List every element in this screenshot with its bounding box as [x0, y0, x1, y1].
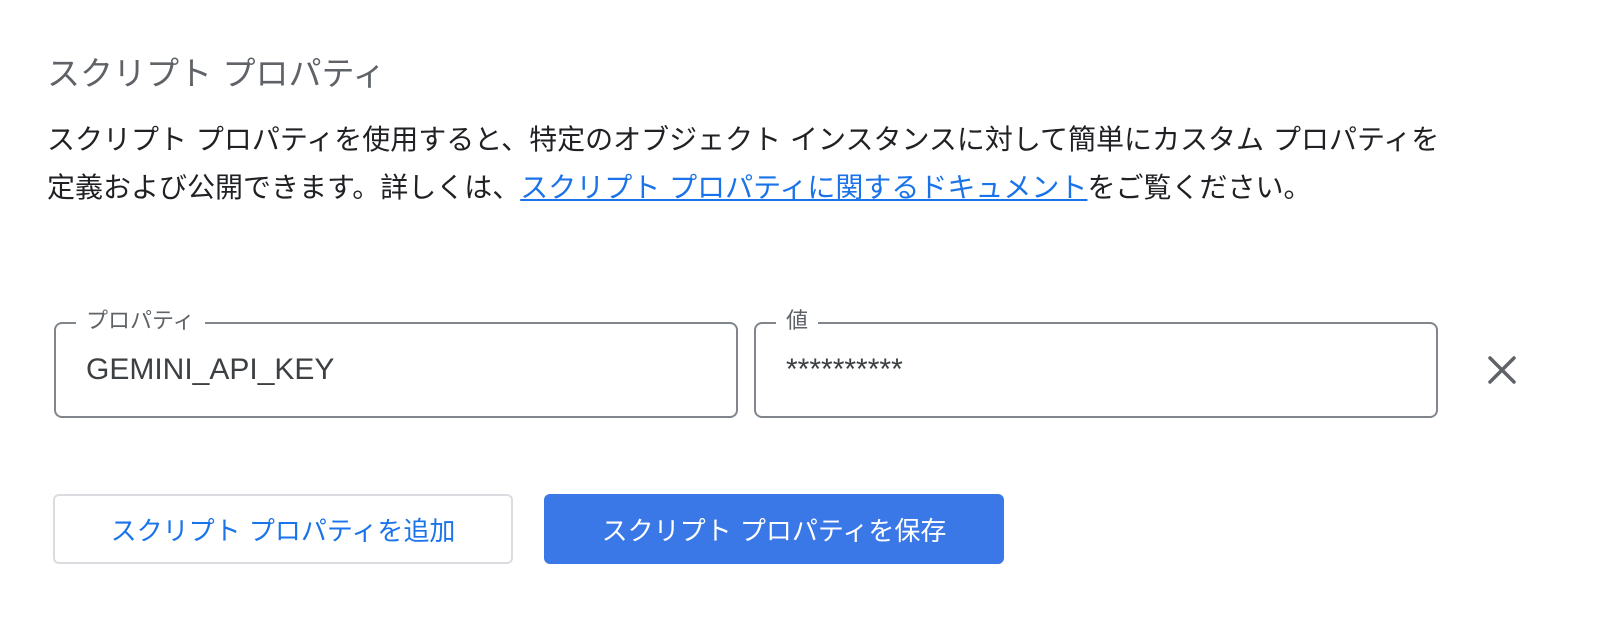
section-title: スクリプト プロパティ	[47, 54, 386, 93]
add-script-property-label: スクリプト プロパティを追加	[110, 516, 456, 547]
property-value-field[interactable]: 値	[754, 304, 1438, 418]
property-name-input[interactable]	[86, 324, 716, 416]
add-script-property-button[interactable]: スクリプト プロパティを追加	[53, 494, 513, 564]
close-icon	[1488, 356, 1516, 384]
property-value-input[interactable]	[786, 324, 1416, 416]
property-name-field[interactable]: プロパティ	[54, 304, 738, 418]
section-description: スクリプト プロパティを使用すると、特定のオブジェクト インスタンスに対して簡単…	[47, 116, 1447, 212]
description-text-after: をご覧ください。	[1087, 171, 1312, 204]
save-script-property-label: スクリプト プロパティを保存	[601, 516, 947, 547]
save-script-property-button[interactable]: スクリプト プロパティを保存	[544, 494, 1004, 564]
delete-property-button[interactable]	[1480, 348, 1524, 392]
documentation-link[interactable]: スクリプト プロパティに関するドキュメント	[520, 171, 1087, 204]
